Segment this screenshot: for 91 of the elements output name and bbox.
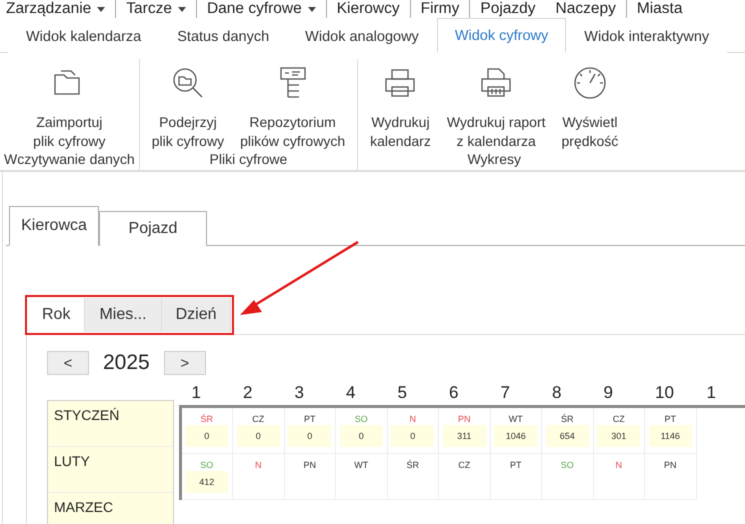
day-cell[interactable]: PT bbox=[490, 454, 542, 500]
weekday-label: ŚR bbox=[406, 460, 419, 471]
day-cell[interactable]: N bbox=[233, 454, 284, 500]
weekday-label: PT bbox=[664, 414, 676, 425]
ribbon-button[interactable]: Wyświetl prędkość bbox=[554, 59, 626, 151]
menu-item[interactable]: Pojazdy bbox=[480, 0, 546, 18]
month-label[interactable]: MARZEC bbox=[48, 493, 172, 524]
weekday-label: ŚR bbox=[200, 414, 213, 425]
group-label: Pliki cyfrowe bbox=[210, 151, 288, 169]
day-number: 2 bbox=[242, 383, 254, 403]
day-cell[interactable]: WT 1046 bbox=[490, 408, 542, 454]
weekday-label: PT bbox=[510, 460, 522, 471]
day-number: 10 bbox=[654, 383, 675, 403]
day-value: 311 bbox=[442, 425, 486, 447]
menu-item[interactable]: Dane cyfrowe bbox=[206, 0, 327, 18]
day-number: 7 bbox=[500, 383, 511, 403]
weekday-label: SO bbox=[354, 414, 368, 425]
weekday-label: CZ bbox=[458, 460, 470, 471]
day-value: 0 bbox=[288, 425, 332, 447]
day-cell[interactable]: ŚR 654 bbox=[542, 408, 594, 454]
day-value: 301 bbox=[597, 425, 640, 447]
weekday-label: CZ bbox=[612, 414, 625, 425]
group-label: Wczytywanie danych bbox=[4, 151, 135, 169]
day-cell[interactable]: SO 0 bbox=[336, 408, 388, 454]
menu-item[interactable]: Kierowcy bbox=[336, 0, 411, 18]
ribbon-button[interactable]: Repozytorium plików cyfrowych bbox=[232, 59, 354, 151]
day-value: 0 bbox=[185, 425, 228, 447]
weekday-label: N bbox=[255, 460, 262, 471]
previous-button[interactable]: < bbox=[47, 351, 89, 375]
day-number: 1 bbox=[706, 383, 717, 403]
gauge-icon bbox=[572, 65, 608, 101]
day-number: 3 bbox=[294, 383, 305, 403]
weekday-label: N bbox=[616, 460, 622, 471]
day-cell[interactable]: N bbox=[594, 454, 645, 500]
day-value: 412 bbox=[185, 471, 228, 493]
day-value: 1046 bbox=[494, 425, 538, 447]
weekday-label: WT bbox=[354, 460, 368, 471]
day-number: 4 bbox=[345, 383, 356, 403]
ribbon-button[interactable]: Zaimportuj plik cyfrowy bbox=[25, 59, 114, 151]
day-cell[interactable]: PN bbox=[284, 454, 336, 500]
day-value: 0 bbox=[391, 425, 434, 447]
caret-icon bbox=[97, 6, 106, 12]
view-tab[interactable]: Mies... bbox=[85, 298, 162, 332]
day-cell[interactable]: PN 311 bbox=[439, 408, 490, 454]
caret-icon bbox=[178, 6, 186, 12]
ribbon-button[interactable]: Podejrzyj plik cyfrowy bbox=[144, 59, 232, 151]
weekday-label: PN bbox=[458, 414, 470, 425]
menu-item[interactable]: Miasta bbox=[636, 0, 692, 18]
day-number: 1 bbox=[190, 383, 202, 403]
day-cell[interactable]: PN bbox=[645, 454, 696, 500]
weekday-label: SO bbox=[560, 460, 574, 471]
weekday-label: ŚR bbox=[560, 414, 574, 425]
view-tab[interactable]: Dzień bbox=[162, 298, 232, 332]
weekday-label: CZ bbox=[252, 414, 264, 425]
day-cell[interactable]: PT 1146 bbox=[645, 408, 696, 454]
day-number: 5 bbox=[396, 383, 408, 403]
day-value: 0 bbox=[340, 425, 383, 447]
year-label: 2025 bbox=[103, 351, 150, 375]
weekday-label: WT bbox=[508, 414, 523, 425]
weekday-label: PN bbox=[303, 460, 316, 471]
weekday-label: N bbox=[410, 414, 416, 425]
day-cell[interactable]: CZ 0 bbox=[233, 408, 284, 454]
month-label[interactable]: LUTY bbox=[48, 447, 172, 493]
day-cell[interactable]: SO 412 bbox=[182, 454, 233, 500]
weekday-label: PN bbox=[664, 460, 676, 471]
day-cell[interactable]: PT 0 bbox=[284, 408, 336, 454]
ribbon-button[interactable]: Wydrukuj raport z kalendarza bbox=[438, 59, 554, 151]
day-number: 6 bbox=[448, 383, 460, 403]
weekday-label: SO bbox=[200, 460, 214, 471]
day-cell[interactable]: CZ bbox=[439, 454, 490, 500]
menu-item[interactable]: Tarcze bbox=[126, 0, 197, 18]
day-value: 0 bbox=[236, 425, 280, 447]
menu-item[interactable]: Zarządzanie bbox=[6, 0, 116, 18]
day-value: 654 bbox=[546, 425, 589, 447]
weekday-label: PT bbox=[304, 414, 316, 425]
ribbon-tab[interactable]: Widok cyfrowy bbox=[436, 18, 566, 53]
month-label[interactable]: STYCZEŃ bbox=[48, 401, 172, 447]
day-cell[interactable]: N 0 bbox=[388, 408, 439, 454]
day-cell[interactable]: CZ 301 bbox=[594, 408, 645, 454]
ribbon-button[interactable]: Wydrukuj kalendarz bbox=[362, 59, 439, 151]
day-cell[interactable]: ŚR 0 bbox=[182, 408, 233, 454]
day-cell[interactable]: WT bbox=[336, 454, 388, 500]
main-tab[interactable]: Kierowca bbox=[9, 206, 99, 246]
day-value: 1146 bbox=[648, 425, 692, 447]
group-label: Wykresy bbox=[467, 151, 521, 169]
next-button[interactable]: > bbox=[164, 351, 206, 375]
main-tab[interactable]: Pojazd bbox=[99, 211, 207, 246]
day-number: 8 bbox=[551, 383, 562, 403]
day-number: 9 bbox=[602, 383, 614, 403]
caret-icon bbox=[308, 6, 316, 12]
day-cell[interactable]: ŚR bbox=[388, 454, 439, 500]
